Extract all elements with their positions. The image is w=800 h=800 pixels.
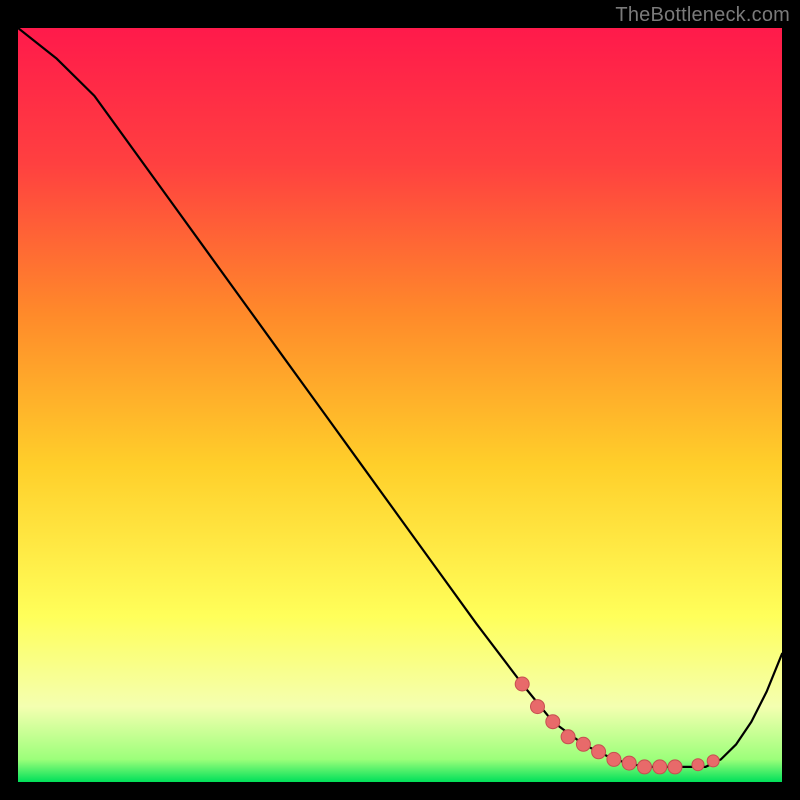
marker-dot [531, 700, 545, 714]
marker-dot [592, 745, 606, 759]
marker-dot [607, 752, 621, 766]
marker-dot [668, 760, 682, 774]
marker-dot [515, 677, 529, 691]
marker-dot [546, 715, 560, 729]
marker-dot [653, 760, 667, 774]
gradient-background [18, 28, 782, 782]
chart-frame: TheBottleneck.com [0, 0, 800, 800]
marker-dot [692, 759, 704, 771]
marker-dot [561, 730, 575, 744]
marker-dot [622, 756, 636, 770]
marker-dot [576, 737, 590, 751]
marker-dot [707, 755, 719, 767]
plot-area [18, 28, 782, 782]
watermark-text: TheBottleneck.com [615, 4, 790, 27]
chart-svg [18, 28, 782, 782]
marker-dot [638, 760, 652, 774]
